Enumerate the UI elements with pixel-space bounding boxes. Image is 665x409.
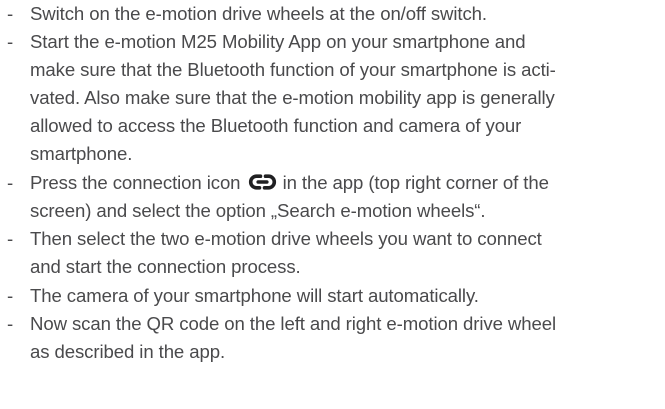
instruction-4-line-2: and start the connection process. [30, 256, 301, 277]
bullet-dash: - [7, 228, 14, 249]
instruction-6-line-1: Now scan the QR code on the left and rig… [30, 313, 556, 334]
instruction-2-line-1: Start the e-motion M25 Mobility App on y… [30, 31, 526, 52]
instruction-4-line-1: Then select the two e-motion drive wheel… [30, 228, 542, 249]
instruction-3-text-after-icon: in the app (top right corner of the [282, 172, 549, 193]
instruction-2-line-2: make sure that the Bluetooth function of… [30, 59, 556, 80]
instruction-2-line-3: vated. Also make sure that the e-motion … [30, 87, 555, 108]
bullet-dash: - [7, 3, 14, 24]
instruction-5-line-1: The camera of your smartphone will start… [30, 285, 479, 306]
bullet-dash: - [7, 285, 14, 306]
bullet-dash: - [7, 172, 14, 193]
link-chain-icon [248, 174, 276, 190]
instruction-2-line-4: allowed to access the Bluetooth function… [30, 115, 522, 136]
instruction-2-line-5: smartphone. [30, 143, 133, 164]
bullet-dash: - [7, 31, 14, 52]
instruction-3-line-1: Press the connection icon in the app (to… [30, 169, 549, 197]
instruction-1-line-1: Switch on the e-motion drive wheels at t… [30, 3, 487, 24]
instruction-3-line-2: screen) and select the option „Search e-… [30, 200, 486, 221]
instruction-list: - Switch on the e-motion drive wheels at… [0, 0, 665, 409]
instruction-6-line-2: as described in the app. [30, 341, 226, 362]
bullet-dash: - [7, 313, 14, 334]
instruction-3-text-before-icon: Press the connection icon [30, 172, 241, 193]
